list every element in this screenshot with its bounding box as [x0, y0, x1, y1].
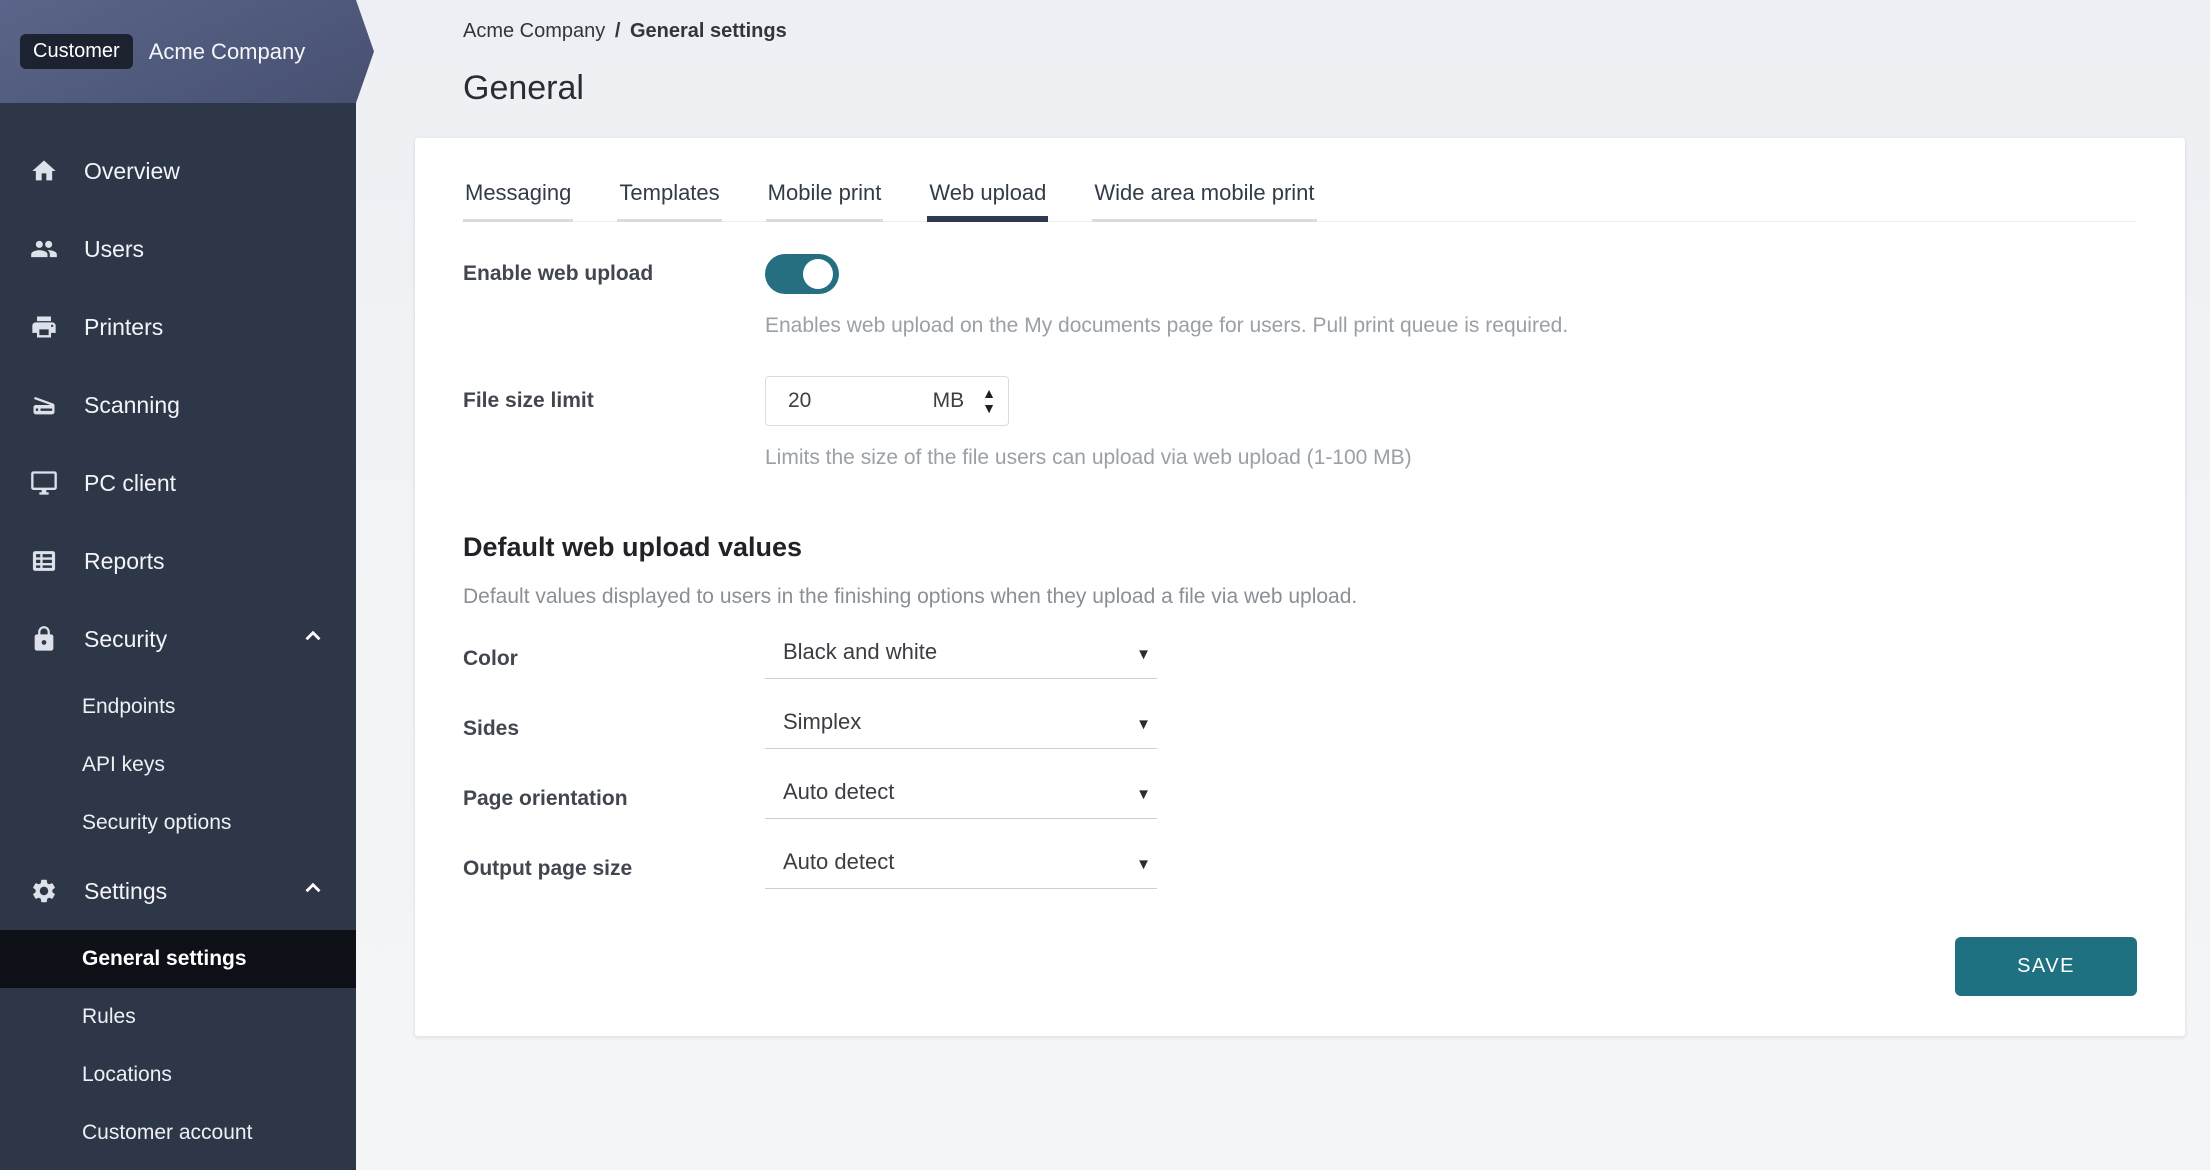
customer-badge: Customer: [20, 34, 133, 69]
color-select-value: Black and white: [783, 639, 1136, 665]
sidebar-subitem-label: Endpoints: [82, 695, 175, 719]
sidebar-item-printers[interactable]: Printers: [0, 288, 356, 366]
sidebar: Customer Acme Company Overview Users Pri…: [0, 0, 356, 1170]
breadcrumb: Acme Company / General settings: [463, 20, 2185, 43]
main-content: Acme Company / General settings General …: [356, 0, 2210, 1170]
file-size-limit-input-group: MB ▲ ▼: [765, 376, 1009, 426]
sidebar-item-label: Reports: [84, 548, 165, 575]
tab-wide-area-mobile-print[interactable]: Wide area mobile print: [1092, 166, 1316, 222]
file-size-limit-input[interactable]: [788, 389, 898, 413]
breadcrumb-current: General settings: [630, 20, 787, 42]
sidebar-item-label: Printers: [84, 314, 163, 341]
sidebar-nav: Overview Users Printers Scanning PC clie…: [0, 0, 356, 1162]
chevron-up-icon: [300, 875, 326, 907]
sidebar-item-label: Overview: [84, 158, 180, 185]
actions-row: SAVE: [463, 937, 2137, 996]
gear-icon: [30, 877, 58, 905]
users-icon: [30, 235, 58, 263]
enable-web-upload-row: Enable web upload Enables web upload on …: [463, 254, 2137, 338]
sidebar-item-label: PC client: [84, 470, 176, 497]
sidebar-item-label: Scanning: [84, 392, 180, 419]
toggle-knob: [803, 259, 833, 289]
breadcrumb-parent[interactable]: Acme Company: [463, 20, 605, 42]
file-size-limit-unit: MB: [933, 389, 965, 413]
file-size-limit-stepper: ▲ ▼: [982, 386, 996, 416]
dropdown-arrow-icon: ▼: [1136, 646, 1151, 663]
stepper-up-icon[interactable]: ▲: [982, 386, 996, 401]
sidebar-item-label: Users: [84, 236, 144, 263]
tab-bar: Messaging Templates Mobile print Web upl…: [463, 138, 2137, 222]
sidebar-item-rules[interactable]: Rules: [0, 988, 356, 1046]
color-label: Color: [463, 647, 765, 671]
settings-card: Messaging Templates Mobile print Web upl…: [415, 138, 2185, 1036]
color-select[interactable]: Black and white ▼: [765, 639, 1157, 679]
sidebar-subitem-label: General settings: [82, 947, 247, 971]
monitor-icon: [30, 469, 58, 497]
dropdown-arrow-icon: ▼: [1136, 856, 1151, 873]
sidebar-item-customer-account[interactable]: Customer account: [0, 1104, 356, 1162]
output-page-size-label: Output page size: [463, 857, 765, 881]
enable-web-upload-label: Enable web upload: [463, 262, 765, 286]
sides-label: Sides: [463, 717, 765, 741]
output-page-size-select[interactable]: Auto detect ▼: [765, 849, 1157, 889]
sidebar-item-api-keys[interactable]: API keys: [0, 736, 356, 794]
file-size-limit-label: File size limit: [463, 389, 765, 413]
printer-icon: [30, 313, 58, 341]
page-orientation-label: Page orientation: [463, 787, 765, 811]
sidebar-subitem-label: Customer account: [82, 1121, 252, 1145]
output-page-size-select-value: Auto detect: [783, 849, 1136, 875]
sidebar-item-users[interactable]: Users: [0, 210, 356, 288]
tab-web-upload[interactable]: Web upload: [927, 166, 1048, 222]
breadcrumb-separator: /: [615, 20, 621, 42]
sides-row: Sides Simplex ▼: [463, 709, 2137, 749]
sidebar-item-general-settings[interactable]: General settings: [0, 930, 356, 988]
scanner-icon: [30, 391, 58, 419]
sidebar-item-scanning[interactable]: Scanning: [0, 366, 356, 444]
tab-mobile-print[interactable]: Mobile print: [766, 166, 884, 222]
sidebar-item-label: Security: [84, 626, 167, 653]
sidebar-item-pc-client[interactable]: PC client: [0, 444, 356, 522]
page-title: General: [463, 69, 2185, 108]
tab-messaging[interactable]: Messaging: [463, 166, 573, 222]
sidebar-item-locations[interactable]: Locations: [0, 1046, 356, 1104]
sidebar-subitem-label: API keys: [82, 753, 165, 777]
sidebar-item-endpoints[interactable]: Endpoints: [0, 678, 356, 736]
default-values-section-title: Default web upload values: [463, 532, 2137, 563]
sidebar-subitem-label: Locations: [82, 1063, 172, 1087]
dropdown-arrow-icon: ▼: [1136, 716, 1151, 733]
enable-web-upload-toggle[interactable]: [765, 254, 839, 294]
lock-icon: [30, 625, 58, 653]
sides-select-value: Simplex: [783, 709, 1136, 735]
sides-select[interactable]: Simplex ▼: [765, 709, 1157, 749]
default-values-section-description: Default values displayed to users in the…: [463, 585, 2137, 609]
customer-header[interactable]: Customer Acme Company: [0, 0, 374, 103]
dropdown-arrow-icon: ▼: [1136, 786, 1151, 803]
output-page-size-row: Output page size Auto detect ▼: [463, 849, 2137, 889]
enable-web-upload-helper: Enables web upload on the My documents p…: [765, 314, 2137, 338]
file-size-limit-helper: Limits the size of the file users can up…: [765, 446, 2137, 470]
color-row: Color Black and white ▼: [463, 639, 2137, 679]
home-icon: [30, 157, 58, 185]
sidebar-item-security-options[interactable]: Security options: [0, 794, 356, 852]
sidebar-item-label: Settings: [84, 878, 167, 905]
tab-templates[interactable]: Templates: [617, 166, 721, 222]
sidebar-item-overview[interactable]: Overview: [0, 132, 356, 210]
sidebar-item-settings[interactable]: Settings: [0, 852, 356, 930]
sidebar-item-security[interactable]: Security: [0, 600, 356, 678]
save-button[interactable]: SAVE: [1955, 937, 2137, 996]
chevron-up-icon: [300, 623, 326, 655]
file-size-limit-row: File size limit MB ▲ ▼ Limits the size o…: [463, 376, 2137, 470]
sidebar-subitem-label: Rules: [82, 1005, 136, 1029]
sidebar-item-reports[interactable]: Reports: [0, 522, 356, 600]
page-orientation-select[interactable]: Auto detect ▼: [765, 779, 1157, 819]
company-name: Acme Company: [149, 39, 306, 65]
page-orientation-row: Page orientation Auto detect ▼: [463, 779, 2137, 819]
page-orientation-select-value: Auto detect: [783, 779, 1136, 805]
stepper-down-icon[interactable]: ▼: [982, 401, 996, 416]
reports-icon: [30, 547, 58, 575]
sidebar-subitem-label: Security options: [82, 811, 231, 835]
